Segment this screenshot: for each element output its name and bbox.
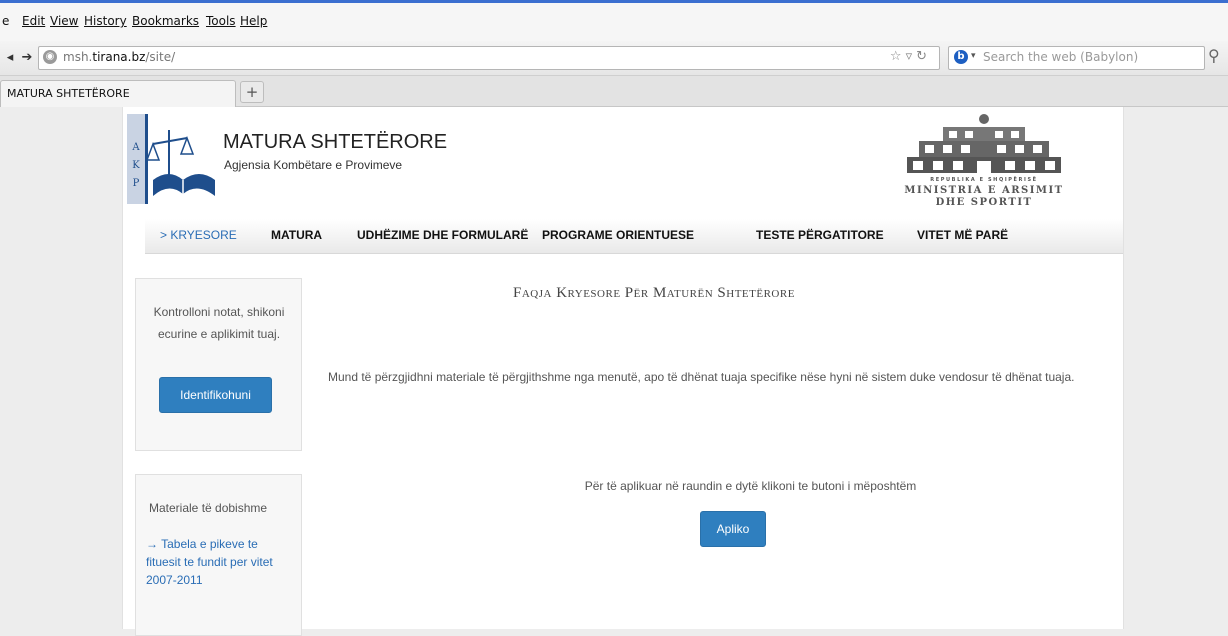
- menu-edit[interactable]: Edit: [22, 14, 45, 28]
- reload-icon[interactable]: ↻: [916, 49, 931, 64]
- dropdown-arrow-icon[interactable]: ▿: [906, 49, 917, 64]
- svg-text:K: K: [132, 160, 140, 171]
- nav-udhezime[interactable]: UDHËZIME DHE FORMULARË: [357, 228, 528, 242]
- main-navigation: > KRYESORE MATURA UDHËZIME DHE FORMULARË…: [145, 219, 1123, 254]
- login-text: Kontrolloni notat, shikoni ecurine e apl…: [153, 305, 285, 341]
- ministry-building-icon: [907, 114, 1061, 173]
- site-header: A K P MATURA SHTETËRORE Agjensia Kombëta…: [123, 107, 1123, 217]
- bookmark-star-icon[interactable]: ☆: [890, 49, 906, 64]
- ministry-name: MINISTRIA E ARSIMIT DHE SPORTIT: [904, 185, 1064, 208]
- search-bar[interactable]: b ▾ Search the web (Babylon): [948, 46, 1205, 70]
- nav-kryesore[interactable]: > KRYESORE: [160, 228, 237, 242]
- main-title: Faqja Kryesore Për Maturën Shtetërore: [513, 285, 795, 301]
- tab-strip: MATURA SHTETËRORE +: [0, 76, 1228, 107]
- url-text: msh.tirana.bz/site/: [63, 50, 176, 64]
- url-bar[interactable]: ◉ msh.tirana.bz/site/ ☆▿↻: [38, 46, 940, 70]
- new-tab-button[interactable]: +: [240, 81, 264, 103]
- babylon-logo-icon[interactable]: b: [954, 50, 968, 64]
- site-title: MATURA SHTETËRORE: [223, 131, 448, 153]
- svg-text:P: P: [133, 178, 140, 189]
- login-button[interactable]: Identifikohuni: [159, 377, 272, 413]
- menu-history[interactable]: History: [84, 14, 127, 28]
- nav-matura[interactable]: MATURA: [271, 228, 322, 242]
- nav-vitet[interactable]: VITET MË PARË: [917, 228, 1008, 242]
- apply-note: Për të aplikuar në raundin e dytë klikon…: [584, 479, 917, 493]
- akp-logo-icon[interactable]: A K P: [123, 110, 219, 207]
- navigation-toolbar: ◂ ➔ ◉ msh.tirana.bz/site/ ☆▿↻ b ▾ Search…: [0, 41, 1228, 76]
- menu-view[interactable]: View: [50, 14, 78, 28]
- menu-bar: e Edit View History Bookmarks Tools Help: [0, 3, 1228, 41]
- menu-tools[interactable]: Tools: [206, 14, 236, 28]
- materials-title: Materiale të dobishme: [149, 501, 268, 515]
- menu-bookmarks[interactable]: Bookmarks: [132, 14, 199, 28]
- svg-text:A: A: [131, 142, 140, 153]
- materials-link[interactable]: → Tabela e pikeve te fituesit te fundit …: [146, 535, 294, 589]
- menu-help[interactable]: Help: [240, 14, 267, 28]
- menu-file[interactable]: e: [2, 14, 9, 28]
- tab-title: MATURA SHTETËRORE: [7, 87, 130, 100]
- tab-matura[interactable]: MATURA SHTETËRORE: [0, 80, 236, 107]
- nav-teste[interactable]: TESTE PËRGATITORE: [756, 228, 884, 242]
- login-box: Kontrolloni notat, shikoni ecurine e apl…: [135, 278, 302, 451]
- forward-arrow-icon[interactable]: ➔: [17, 48, 37, 68]
- apply-button[interactable]: Apliko: [700, 511, 766, 547]
- globe-icon: ◉: [43, 50, 57, 64]
- search-input[interactable]: Search the web (Babylon): [983, 50, 1138, 64]
- ministry-republic-text: REPUBLIKA E SHQIPËRISË: [930, 177, 1038, 183]
- magnifier-icon[interactable]: ⚲: [1208, 46, 1220, 65]
- nav-programe[interactable]: PROGRAME ORIENTUESE: [542, 228, 694, 242]
- intro-text: Mund të përzgjidhni materiale të përgjit…: [328, 370, 1075, 384]
- materials-box: Materiale të dobishme → Tabela e pikeve …: [135, 474, 302, 636]
- search-engine-dropdown-icon[interactable]: ▾: [971, 51, 976, 61]
- ministry-logo[interactable]: REPUBLIKA E SHQIPËRISË MINISTRIA E ARSIM…: [861, 111, 1107, 217]
- web-page: A K P MATURA SHTETËRORE Agjensia Kombëta…: [122, 107, 1124, 636]
- site-subtitle: Agjensia Kombëtare e Provimeve: [224, 158, 403, 172]
